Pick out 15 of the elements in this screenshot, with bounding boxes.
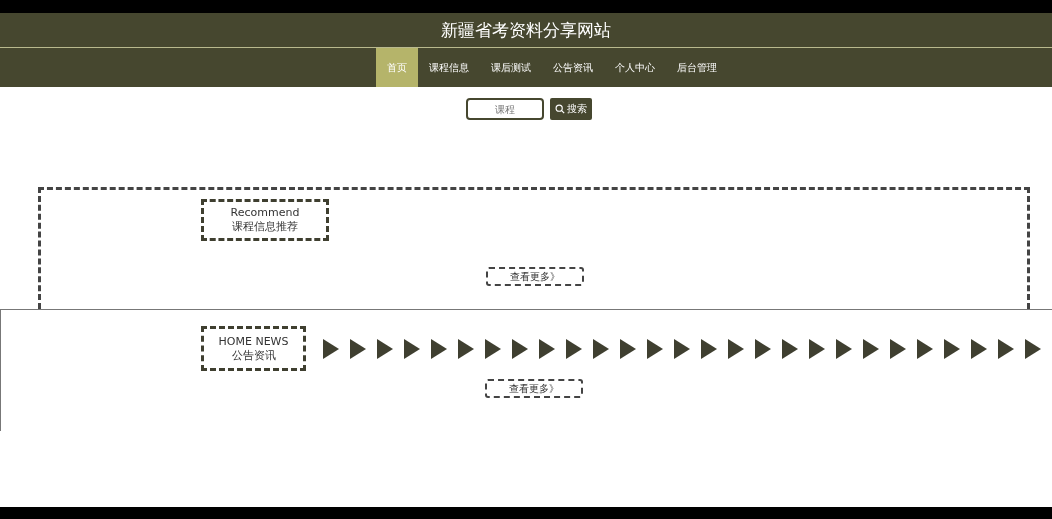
search-field[interactable]: 课程: [466, 98, 544, 120]
section-heading-en: Recommend: [230, 206, 300, 219]
section-heading: 课程信息推荐: [232, 219, 298, 234]
view-more-button[interactable]: 查看更多》: [485, 379, 583, 398]
nav-item[interactable]: 个人中心: [604, 48, 666, 87]
search-icon: [555, 104, 565, 114]
search-button[interactable]: 搜索: [550, 98, 592, 120]
site-title: 新疆省考资料分享网站: [441, 18, 611, 42]
section-heading-en: HOME NEWS: [218, 334, 289, 348]
nav-item[interactable]: 公告资讯: [542, 48, 604, 87]
nav-item[interactable]: 后台管理: [666, 48, 728, 87]
nav-item[interactable]: 课程信息: [418, 48, 480, 87]
nav-item[interactable]: 课后测试: [480, 48, 542, 87]
section-heading: 公告资讯: [231, 347, 276, 363]
view-more-button[interactable]: 查看更多》: [486, 267, 584, 286]
